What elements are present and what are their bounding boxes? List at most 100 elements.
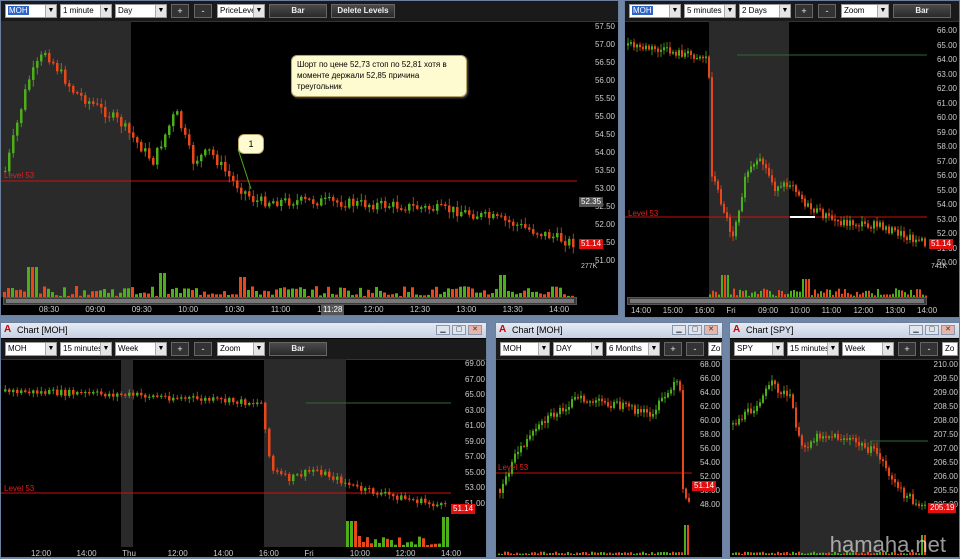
candle-body xyxy=(72,86,75,93)
minimize-button[interactable]: ▁ xyxy=(672,325,686,335)
period-select[interactable]: Day ▼ xyxy=(115,4,167,18)
period-select[interactable]: 2 Days ▼ xyxy=(739,4,791,18)
period-select[interactable]: Week ▼ xyxy=(842,342,894,356)
symbol-select[interactable]: MOH ▼ xyxy=(5,342,57,356)
time-tick-label: 10:00 xyxy=(349,549,370,558)
horizontal-scrollbar[interactable] xyxy=(3,297,577,305)
price-tick-label: 209.50 xyxy=(933,374,958,383)
tool-select[interactable]: PriceLeve ▼ xyxy=(217,4,265,18)
tool-select[interactable]: Zo xyxy=(708,342,722,356)
zoom-in-button[interactable]: + xyxy=(171,342,189,356)
delete-levels-button[interactable]: Delete Levels xyxy=(331,4,395,18)
volume-bar xyxy=(459,286,462,297)
zoom-out-button[interactable]: - xyxy=(194,342,212,356)
candle-body xyxy=(252,403,255,405)
tool-select[interactable]: Zoom ▼ xyxy=(841,4,889,18)
horizontal-scrollbar[interactable] xyxy=(627,297,927,305)
volume-bar xyxy=(555,551,557,555)
candle-body xyxy=(220,398,223,400)
chart-type-button[interactable]: Bar xyxy=(893,4,951,18)
time-tick-label: Fri xyxy=(304,549,314,558)
price-chart[interactable] xyxy=(1,21,577,297)
candle-body xyxy=(661,397,663,402)
price-axis: 57.50 57.00 56.50 56.00 55.50 55.00 54.50 54.00… xyxy=(577,21,617,271)
candle-body xyxy=(116,112,119,118)
symbol-select[interactable]: MOH ▼ xyxy=(500,342,550,356)
candle-body xyxy=(256,200,259,202)
interval-select[interactable]: DAY ▼ xyxy=(553,342,603,356)
symbol-select[interactable]: MOH ▼ xyxy=(629,4,681,18)
zoom-out-button[interactable]: - xyxy=(920,342,938,356)
interval-select[interactable]: 15 minutes ▼ xyxy=(787,342,839,356)
candle-body xyxy=(798,191,800,196)
zoom-in-button[interactable]: + xyxy=(664,342,682,356)
price-chart[interactable] xyxy=(730,359,928,555)
price-chart[interactable] xyxy=(625,21,927,297)
candle-body xyxy=(655,409,657,415)
candle-body xyxy=(613,402,615,408)
volume-bar xyxy=(471,288,474,297)
volume-bar xyxy=(367,289,370,297)
price-tick-label: 205.50 xyxy=(933,486,958,495)
close-button[interactable]: ✕ xyxy=(704,325,718,335)
close-button[interactable]: ✕ xyxy=(468,325,482,335)
window-titlebar[interactable]: A Chart [SPY] ▁ ▢ ✕ xyxy=(730,323,959,338)
candle-body xyxy=(208,149,211,151)
volume-bar xyxy=(762,551,764,555)
candle-body xyxy=(488,212,491,219)
window-titlebar[interactable]: A Chart [MOH] ▁ ▢ ✕ xyxy=(496,323,722,338)
close-button[interactable]: ✕ xyxy=(941,325,955,335)
candle-body xyxy=(168,396,171,401)
candle-body xyxy=(8,389,11,393)
symbol-select[interactable]: MOH ▼ xyxy=(5,4,57,18)
watermark: hamaha.net xyxy=(829,532,946,557)
candle-body xyxy=(192,145,195,164)
period-select[interactable]: 6 Months ▼ xyxy=(606,342,660,356)
candle-body xyxy=(529,435,531,440)
volume-bar xyxy=(299,287,302,297)
zoom-out-button[interactable]: - xyxy=(686,342,704,356)
period-select[interactable]: Week ▼ xyxy=(115,342,167,356)
chart-type-button[interactable]: Bar xyxy=(269,4,327,18)
price-chart[interactable] xyxy=(496,359,692,555)
candle-body xyxy=(828,213,830,216)
time-tick-label: 13:00 xyxy=(456,305,477,314)
candle-body xyxy=(636,44,638,48)
zoom-in-button[interactable]: + xyxy=(898,342,916,356)
interval-select[interactable]: 15 minutes ▼ xyxy=(60,342,112,356)
zoom-out-button[interactable]: - xyxy=(818,4,836,18)
candle-body xyxy=(574,396,576,400)
maximize-button[interactable]: ▢ xyxy=(925,325,939,335)
volume-bar xyxy=(789,553,791,555)
candle-body xyxy=(400,208,403,211)
tool-select[interactable]: Zo xyxy=(942,342,958,356)
candle-body xyxy=(759,158,761,162)
price-tick-label: 64.00 xyxy=(699,388,720,397)
candle-body xyxy=(894,479,896,483)
maximize-button[interactable]: ▢ xyxy=(688,325,702,335)
price-tick-label: 207.50 xyxy=(933,430,958,439)
tool-select[interactable]: Zoom ▼ xyxy=(217,342,265,356)
volume-bar xyxy=(678,552,680,555)
candle-body xyxy=(328,196,331,199)
candle-body xyxy=(304,196,307,200)
chart-type-button[interactable]: Bar xyxy=(269,342,327,356)
zoom-in-button[interactable]: + xyxy=(171,4,189,18)
zoom-out-button[interactable]: - xyxy=(194,4,212,18)
minimize-button[interactable]: ▁ xyxy=(436,325,450,335)
zoom-in-button[interactable]: + xyxy=(795,4,813,18)
minimize-button[interactable]: ▁ xyxy=(909,325,923,335)
price-chart[interactable] xyxy=(1,359,451,547)
candle-body xyxy=(640,409,642,413)
window-titlebar[interactable]: A Chart [MOH] ▁ ▢ ✕ xyxy=(1,323,486,338)
candle-body xyxy=(708,56,710,78)
candle-body xyxy=(348,482,351,485)
interval-select[interactable]: 1 minute ▼ xyxy=(60,4,112,18)
interval-select[interactable]: 5 minutes ▼ xyxy=(684,4,736,18)
price-tick-label: 57.00 xyxy=(594,40,615,49)
candle-body xyxy=(216,397,219,399)
symbol-select[interactable]: SPY ▼ xyxy=(734,342,784,356)
candle-body xyxy=(921,238,923,241)
candle-body xyxy=(264,402,267,430)
maximize-button[interactable]: ▢ xyxy=(452,325,466,335)
